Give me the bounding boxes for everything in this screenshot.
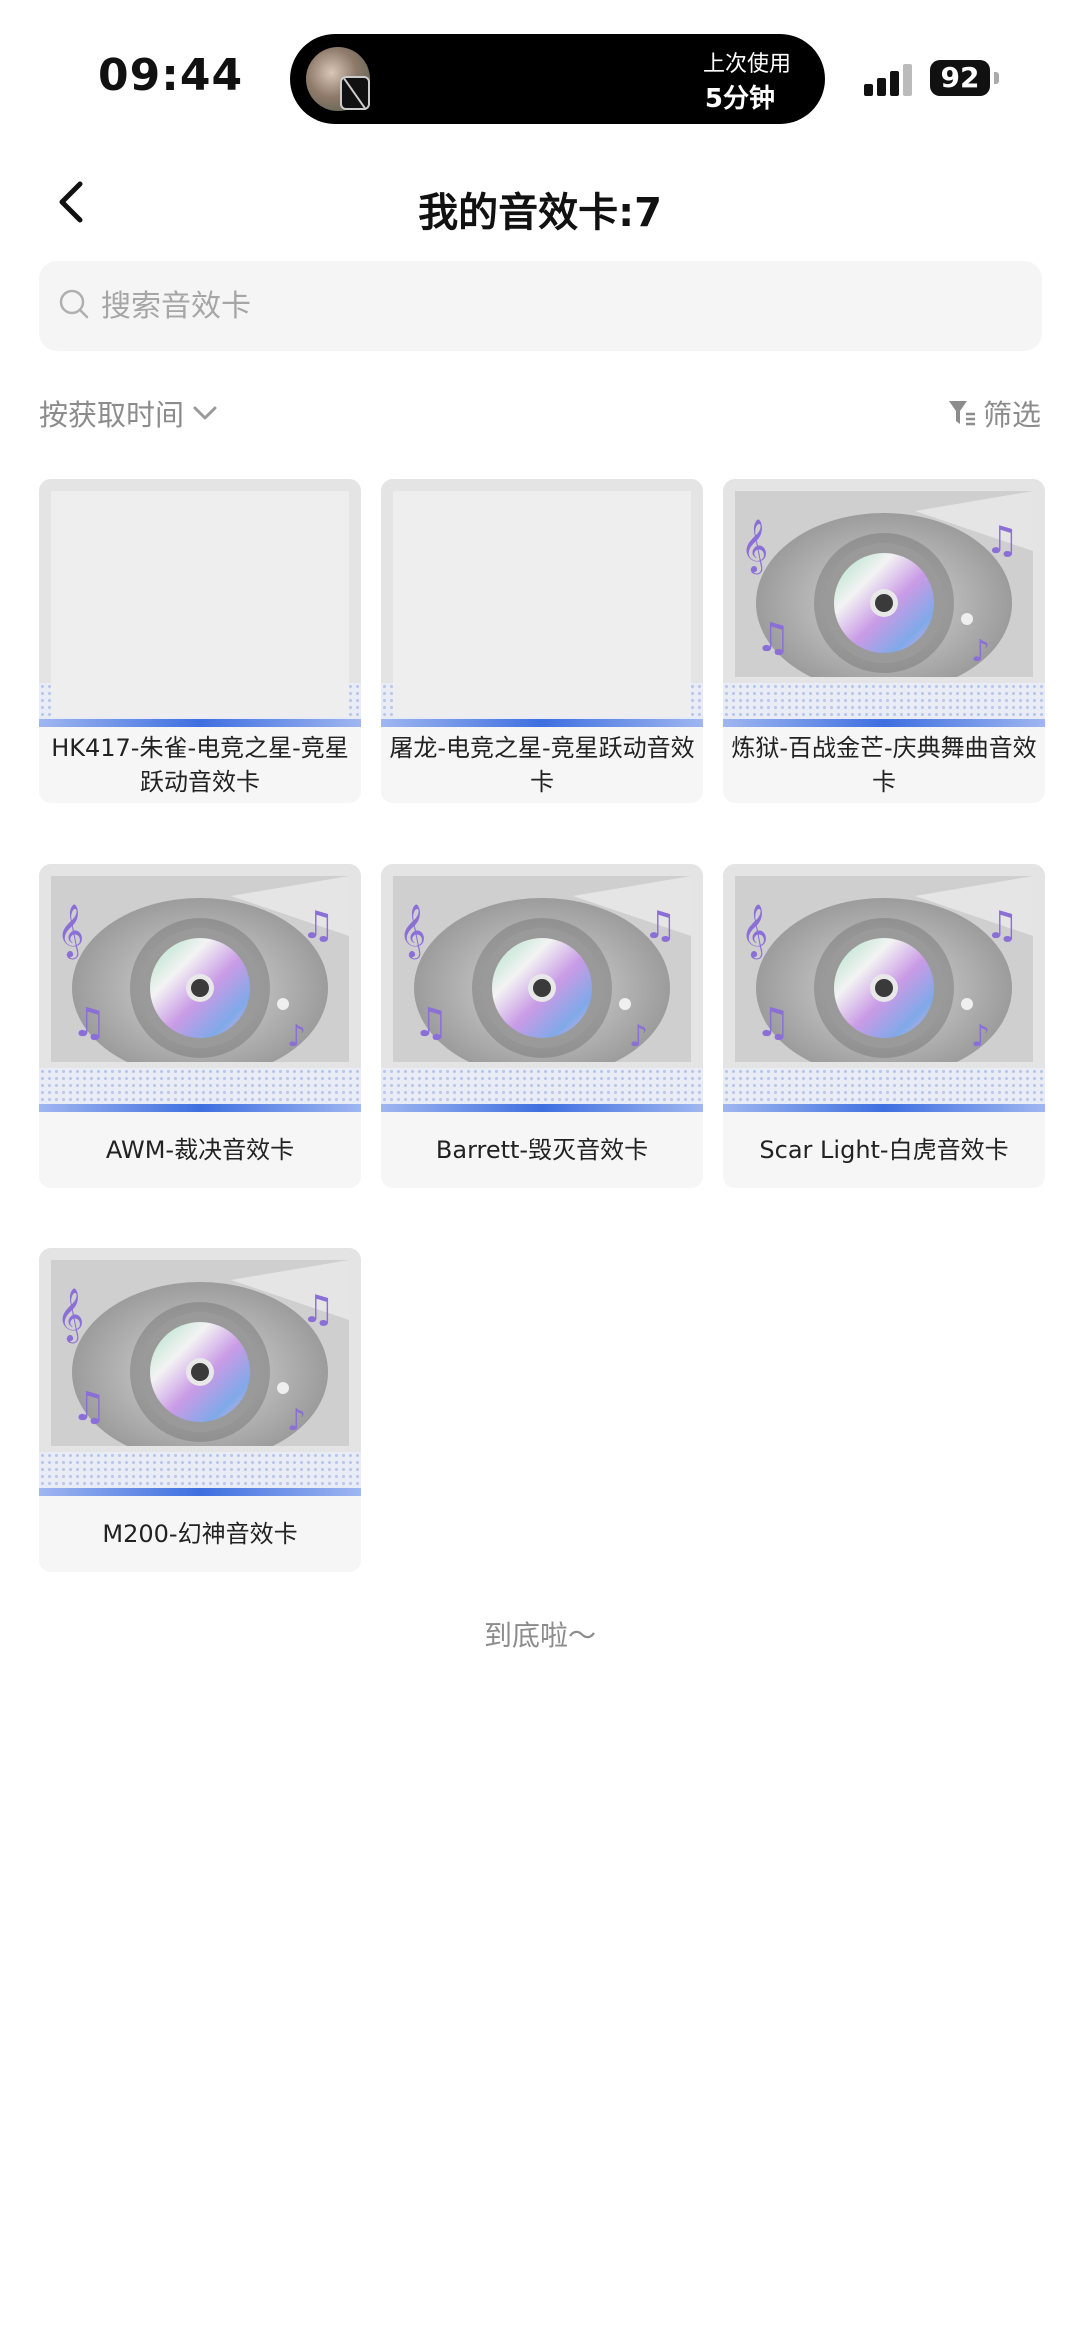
svg-text:𝄞: 𝄞: [399, 903, 426, 959]
sound-card-thumbnail: 𝄞 ♫ ♫ ♪: [723, 479, 1045, 727]
sound-card[interactable]: 𝄞 ♫ ♫ ♪ Scar Light-白虎音效卡: [723, 864, 1045, 1188]
svg-text:♪: ♪: [629, 1019, 648, 1054]
image-placeholder: [393, 491, 691, 717]
svg-text:♫: ♫: [643, 903, 677, 947]
sound-card-label: M200-幻神音效卡: [102, 1520, 298, 1548]
phone-off-icon: [340, 76, 370, 110]
sound-card[interactable]: 𝄞 ♫ ♫ ♪ AWM-裁决音效卡: [39, 864, 361, 1188]
svg-text:♫: ♫: [301, 903, 335, 947]
sound-card-thumbnail: 𝄞 ♫ ♫ ♪: [39, 864, 361, 1112]
page-title: 我的音效卡:7: [418, 190, 662, 236]
svg-text:♪: ♪: [971, 1019, 990, 1054]
svg-text:♪: ♪: [971, 634, 990, 669]
search-input[interactable]: [101, 261, 1001, 351]
svg-text:♫: ♫: [755, 615, 791, 661]
status-time: 09:44: [98, 50, 244, 101]
filter-icon: [948, 401, 975, 426]
svg-text:♪: ♪: [287, 1019, 306, 1054]
sound-card-label: HK417-朱雀-电竞之星-竞星跃动音效卡: [51, 734, 349, 796]
accent-strip: [39, 719, 361, 727]
filter-button[interactable]: 筛选: [947, 392, 1041, 434]
cd-disc-icon: 𝄞 ♫ ♫ ♪: [51, 876, 349, 1062]
sound-card-label: Scar Light-白虎音效卡: [759, 1136, 1009, 1164]
sound-card[interactable]: HK417-朱雀-电竞之星-竞星跃动音效卡: [39, 479, 361, 803]
accent-strip: [39, 1104, 361, 1112]
svg-text:♫: ♫: [413, 1000, 449, 1046]
island-label: 上次使用: [702, 52, 791, 77]
filter-label: 筛选: [982, 398, 1041, 432]
end-of-list-text: 到底啦～: [483, 1619, 596, 1652]
search-bar[interactable]: [39, 261, 1042, 351]
cd-disc-icon: 𝄞 ♫ ♫ ♪: [393, 876, 691, 1062]
dynamic-island[interactable]: 上次使用 5分钟: [290, 34, 825, 124]
sound-card-label: AWM-裁决音效卡: [105, 1136, 295, 1164]
sort-dropdown[interactable]: 按获取时间: [39, 392, 218, 434]
sound-card-thumbnail: [381, 479, 703, 727]
svg-text:♫: ♫: [985, 518, 1019, 562]
dot-pattern: [723, 1068, 1045, 1104]
svg-text:𝄞: 𝄞: [741, 518, 768, 574]
sound-card-thumbnail: 𝄞 ♫ ♫ ♪: [723, 864, 1045, 1112]
svg-text:♫: ♫: [985, 903, 1019, 947]
sort-label: 按获取时间: [39, 398, 185, 432]
svg-text:𝄞: 𝄞: [741, 903, 768, 959]
battery-tip: [994, 72, 999, 84]
accent-strip: [39, 1488, 361, 1496]
svg-text:♫: ♫: [301, 1287, 335, 1331]
sound-card-label: Barrett-毁灭音效卡: [435, 1136, 649, 1164]
cd-disc-icon: 𝄞 ♫ ♫ ♪: [735, 876, 1033, 1062]
sound-card-thumbnail: 𝄞 ♫ ♫ ♪: [39, 1248, 361, 1496]
svg-text:♫: ♫: [71, 1384, 107, 1430]
accent-strip: [723, 719, 1045, 727]
accent-strip: [723, 1104, 1045, 1112]
sound-card[interactable]: 屠龙-电竞之星-竞星跃动音效卡: [381, 479, 703, 803]
sound-card[interactable]: 𝄞 ♫ ♫ ♪ 炼狱-百战金芒-庆典舞曲音效卡: [723, 479, 1045, 803]
svg-text:♫: ♫: [755, 1000, 791, 1046]
sound-card-label: 炼狱-百战金芒-庆典舞曲音效卡: [731, 734, 1037, 796]
sound-card-thumbnail: [39, 479, 361, 727]
dot-pattern: [39, 1452, 361, 1488]
dot-pattern: [723, 683, 1045, 719]
sound-card[interactable]: 𝄞 ♫ ♫ ♪ M200-幻神音效卡: [39, 1248, 361, 1572]
island-duration: 5分钟: [704, 84, 775, 114]
accent-strip: [381, 1104, 703, 1112]
dot-pattern: [381, 1068, 703, 1104]
svg-text:𝄞: 𝄞: [57, 1287, 84, 1343]
sound-card[interactable]: 𝄞 ♫ ♫ ♪ Barrett-毁灭音效卡: [381, 864, 703, 1188]
svg-text:𝄞: 𝄞: [57, 903, 84, 959]
chevron-down-icon: [193, 406, 217, 420]
image-placeholder: [51, 491, 349, 717]
svg-text:♫: ♫: [71, 1000, 107, 1046]
dot-pattern: [39, 1068, 361, 1104]
cd-disc-icon: 𝄞 ♫ ♫ ♪: [735, 491, 1033, 677]
sound-card-label: 屠龙-电竞之星-竞星跃动音效卡: [389, 734, 695, 796]
battery-icon: 92: [930, 60, 990, 96]
search-icon: [59, 289, 89, 319]
cellular-signal-icon: [864, 60, 920, 96]
cd-disc-icon: 𝄞 ♫ ♫ ♪: [51, 1260, 349, 1446]
svg-text:♪: ♪: [287, 1403, 306, 1438]
sound-card-thumbnail: 𝄞 ♫ ♫ ♪: [381, 864, 703, 1112]
accent-strip: [381, 719, 703, 727]
